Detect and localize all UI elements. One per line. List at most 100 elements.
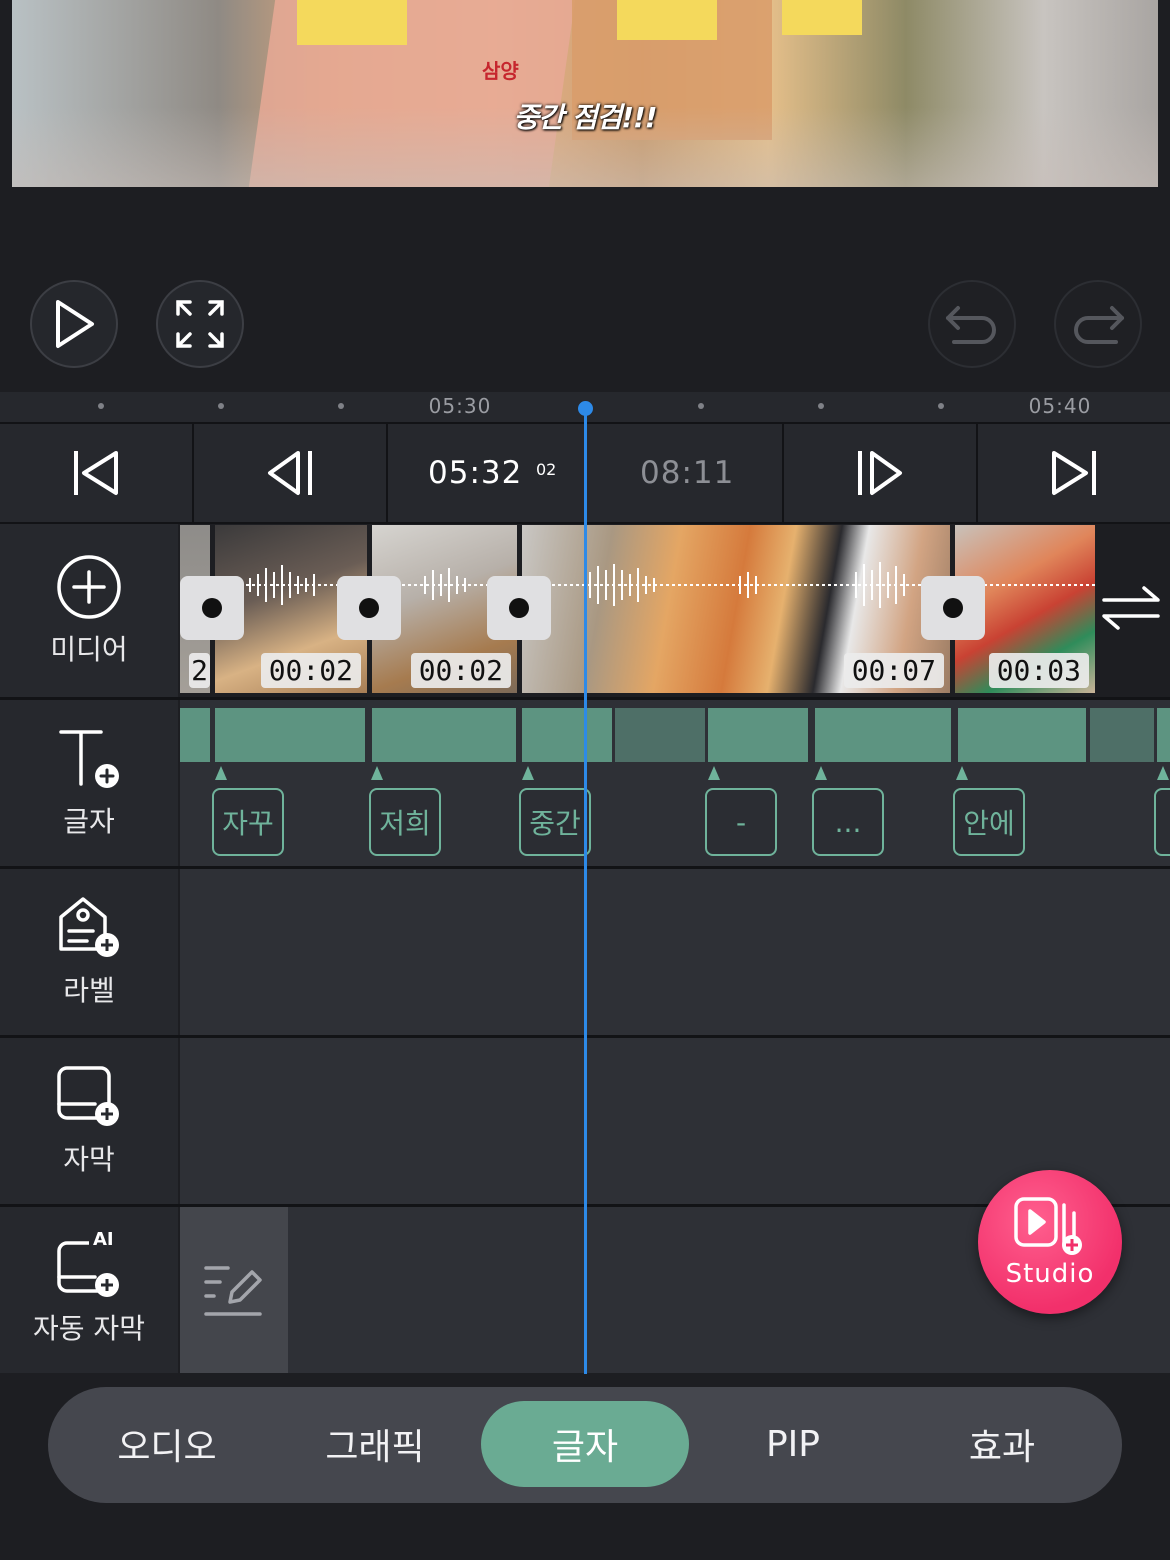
ai-subtitle-icon: AI — [55, 1229, 123, 1299]
bottom-tab-bar: 오디오 그래픽 글자 PIP 효과 — [48, 1387, 1122, 1503]
ruler-tick — [818, 403, 824, 409]
video-preview[interactable]: 삼양 중간 점검!!! — [12, 0, 1158, 187]
transition-button[interactable] — [921, 576, 985, 640]
tab-graphic[interactable]: 그래픽 — [271, 1401, 479, 1487]
studio-button[interactable]: Studio — [978, 1170, 1122, 1314]
text-segment[interactable] — [522, 708, 612, 762]
play-icon — [56, 300, 94, 348]
transition-dot-icon — [943, 598, 963, 618]
text-chip[interactable]: ... — [812, 788, 884, 856]
text-segment[interactable] — [615, 708, 705, 762]
auto-subtitle-track-button[interactable]: AI 자동 자막 — [0, 1207, 178, 1373]
clip-duration: 2 — [189, 653, 210, 688]
redo-button[interactable] — [1054, 280, 1142, 368]
ruler-label: 05:40 — [1028, 394, 1092, 418]
text-marker — [708, 766, 720, 780]
tab-text[interactable]: 글자 — [481, 1401, 689, 1487]
preview-brand: 삼양 — [482, 59, 519, 83]
previous-clip-button[interactable] — [194, 424, 388, 522]
transition-button[interactable] — [487, 576, 551, 640]
swap-button[interactable] — [1100, 580, 1162, 640]
fullscreen-button[interactable] — [156, 280, 244, 368]
text-segment[interactable] — [708, 708, 808, 762]
edit-pencil-icon — [204, 1266, 262, 1316]
text-track-label: 글자 — [63, 805, 115, 838]
playhead-handle[interactable] — [578, 401, 593, 416]
transition-button[interactable] — [180, 576, 244, 640]
tab-effect[interactable]: 효과 — [898, 1401, 1106, 1487]
fullscreen-icon — [176, 300, 224, 348]
label-add-icon — [59, 897, 119, 957]
jump-to-start-button[interactable] — [0, 424, 194, 522]
ruler-tick — [218, 403, 224, 409]
text-chip[interactable]: 중간 — [519, 788, 591, 856]
auto-subtitle-edit-button[interactable] — [180, 1207, 288, 1373]
playhead[interactable] — [584, 408, 587, 1374]
text-chip[interactable]: 저희 — [369, 788, 441, 856]
transition-dot-icon — [509, 598, 529, 618]
tab-audio[interactable]: 오디오 — [63, 1401, 271, 1487]
clip-duration: 00:02 — [410, 653, 511, 688]
preview-label — [782, 0, 862, 35]
jump-to-end-button[interactable] — [978, 424, 1170, 522]
step-back-icon — [268, 451, 312, 495]
clip-duration: 00:02 — [260, 653, 361, 688]
transition-dot-icon — [202, 598, 222, 618]
transition-button[interactable] — [337, 576, 401, 640]
text-segment[interactable] — [1157, 708, 1170, 762]
subtitle-add-icon — [57, 1066, 119, 1126]
preview-label — [617, 0, 717, 40]
text-marker — [1157, 766, 1169, 780]
text-track-button[interactable]: 글자 — [0, 700, 178, 866]
text-marker — [815, 766, 827, 780]
text-segment[interactable] — [958, 708, 1086, 762]
ai-badge: AI — [93, 1229, 114, 1250]
label-track[interactable] — [180, 869, 1170, 1035]
text-chip[interactable] — [1154, 788, 1170, 856]
redo-icon — [1074, 306, 1124, 344]
text-chip[interactable]: 안에 — [953, 788, 1025, 856]
step-forward-icon — [858, 451, 902, 495]
text-add-icon — [59, 730, 119, 788]
ruler-tick — [338, 403, 344, 409]
swap-arrows-icon — [1102, 586, 1160, 630]
current-frame: 02 — [536, 460, 557, 479]
undo-button[interactable] — [928, 280, 1016, 368]
ruler-tick — [698, 403, 704, 409]
clip-duration: 00:07 — [843, 653, 944, 688]
transition-dot-icon — [359, 598, 379, 618]
next-clip-button[interactable] — [784, 424, 978, 522]
text-segment[interactable] — [372, 708, 516, 762]
subtitle-track-label: 자막 — [63, 1143, 115, 1176]
clip-duration: 00:03 — [988, 653, 1089, 688]
auto-subtitle-track-label: 자동 자막 — [33, 1312, 145, 1345]
preview-label — [297, 0, 407, 45]
text-marker — [522, 766, 534, 780]
ruler-label: 05:30 — [428, 394, 492, 418]
subtitle-track-button[interactable]: 자막 — [0, 1038, 178, 1204]
text-segment[interactable] — [180, 708, 210, 762]
skip-to-end-icon — [1052, 451, 1096, 495]
text-segment[interactable] — [215, 708, 365, 762]
skip-to-start-icon — [74, 451, 118, 495]
label-track-label: 라벨 — [63, 974, 115, 1007]
text-segment[interactable] — [1090, 708, 1154, 762]
studio-video-icon — [1014, 1197, 1082, 1255]
add-circle-icon — [57, 554, 121, 619]
play-button[interactable] — [30, 280, 118, 368]
preview-caption: 중간 점검!!! — [513, 101, 657, 134]
text-marker — [371, 766, 383, 780]
text-marker — [215, 766, 227, 780]
undo-icon — [946, 306, 996, 344]
media-track-label: 미디어 — [50, 632, 128, 666]
media-track-button[interactable]: 미디어 — [0, 524, 178, 697]
label-track-button[interactable]: 라벨 — [0, 869, 178, 1035]
ruler-tick — [98, 403, 104, 409]
text-chip[interactable]: - — [705, 788, 777, 856]
total-time: 08:11 — [640, 455, 735, 491]
text-chip[interactable]: 자꾸 — [212, 788, 284, 856]
current-time: 05:32 — [428, 455, 523, 491]
tab-pip[interactable]: PIP — [689, 1401, 897, 1487]
text-segment[interactable] — [815, 708, 951, 762]
studio-label: Studio — [1005, 1259, 1095, 1289]
